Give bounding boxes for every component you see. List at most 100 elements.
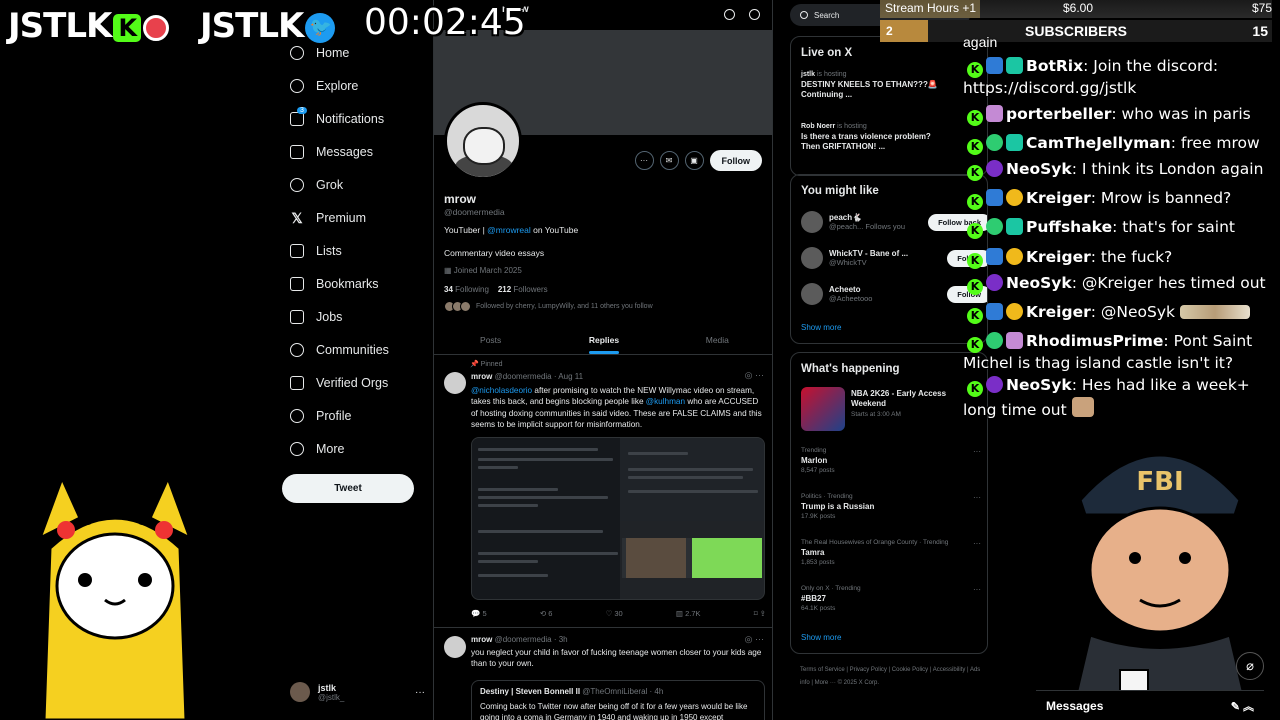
account-switcher[interactable]: jstlk @jstlk_ ··· xyxy=(290,682,425,702)
compose-and-expand-icons[interactable]: ✎ ︽ xyxy=(1231,698,1254,714)
nav-lists[interactable]: Lists xyxy=(282,234,422,267)
subscriber-badge-icon xyxy=(986,218,1003,235)
chat-message: K Kreiger: @NeoSyk xyxy=(963,302,1275,324)
tweet-handle-time: @doomermedia · Aug 11 xyxy=(494,372,584,381)
grok-float-icon[interactable]: ⌀ xyxy=(1236,652,1264,680)
reply-action[interactable]: 💬 5 xyxy=(471,609,487,618)
lightning-icon xyxy=(290,375,304,390)
media-line xyxy=(478,466,518,469)
chat-user: NeoSyk xyxy=(1006,376,1072,394)
trend-count: 17.9K posts xyxy=(801,513,836,520)
tab-media[interactable]: Media xyxy=(661,325,772,354)
avatar[interactable] xyxy=(444,636,466,658)
nav-explore[interactable]: Explore xyxy=(282,69,422,102)
mention-link[interactable]: @kulhman xyxy=(646,397,685,406)
wtf-item[interactable]: Acheeto @Acheetooo Follow xyxy=(801,283,987,305)
profile-avatar[interactable] xyxy=(444,102,522,180)
trend-category: Politics · Trending xyxy=(801,493,853,500)
tab-replies[interactable]: Replies xyxy=(547,325,660,354)
messages-drawer[interactable]: Messages ✎ ︽ xyxy=(1036,690,1264,720)
message-button[interactable]: ✉ xyxy=(659,151,679,170)
tweet-media[interactable] xyxy=(471,437,765,600)
chat-message: K CamTheJellyman: free mrow xyxy=(963,133,1275,155)
mention-link[interactable]: @nicholasdeorio xyxy=(471,386,532,395)
media-screenshot-right xyxy=(620,438,764,521)
followers-count[interactable]: 212 xyxy=(498,285,511,294)
nav-communities[interactable]: Communities xyxy=(282,333,422,366)
event-thumbnail[interactable] xyxy=(801,387,845,431)
live-item[interactable]: jstlk is hosting DESTINY KNEELS TO ETHAN… xyxy=(801,71,941,100)
mascot-face xyxy=(55,532,175,640)
trend-item[interactable]: Politics · Trending Trump is a Russian 17.… xyxy=(801,493,981,520)
more-dots-icon[interactable]: ··· xyxy=(973,447,981,456)
wtf-item[interactable]: peach🐇 @peach... Follows you Follow back xyxy=(801,211,987,233)
tweet-pinned[interactable]: 📌 Pinned mrow @doomermedia · Aug 11 ◎ ··… xyxy=(434,356,772,628)
followers-label[interactable]: Followers xyxy=(511,285,547,294)
happening-title: What's happening xyxy=(801,363,900,375)
nav-messages[interactable]: Messages xyxy=(282,135,422,168)
founder-badge-icon xyxy=(1006,248,1023,265)
nav-grok[interactable]: Grok xyxy=(282,168,422,201)
tweet-author[interactable]: mrow xyxy=(471,372,492,381)
following-label[interactable]: Following xyxy=(453,285,489,294)
show-more-link[interactable]: Show more xyxy=(801,633,841,642)
wtf-item[interactable]: WhickTV - Bane of ...@WhickTV Follow xyxy=(801,247,987,269)
tab-posts[interactable]: Posts xyxy=(434,325,547,354)
tweet-author[interactable]: mrow xyxy=(471,635,492,644)
subscribe-button[interactable]: ▣ xyxy=(684,151,704,170)
nav-verified-orgs[interactable]: Verified Orgs xyxy=(282,366,422,399)
more-dots-icon[interactable]: ··· xyxy=(973,493,981,502)
following-count[interactable]: 34 xyxy=(444,285,453,294)
search-icon[interactable] xyxy=(749,9,760,20)
more-circle-icon xyxy=(290,441,304,456)
more-dots-icon[interactable]: ··· xyxy=(973,585,981,594)
more-button[interactable]: ··· xyxy=(634,151,654,170)
tweet-more-icon[interactable]: ◎ ··· xyxy=(745,370,764,381)
bio-link[interactable]: @mrowreal xyxy=(487,225,531,235)
avatar[interactable] xyxy=(444,372,466,394)
nav-notifications[interactable]: 3 Notifications xyxy=(282,102,422,135)
nav-label: Bookmarks xyxy=(316,276,379,291)
views-action[interactable]: ▥ 2.7K xyxy=(676,609,701,618)
media-line xyxy=(478,530,603,533)
chat-user: Kreiger xyxy=(1026,248,1091,266)
media-line xyxy=(478,560,538,563)
media-line xyxy=(628,490,758,493)
chat-text: that's for saint xyxy=(1117,218,1236,236)
nav-more[interactable]: More xyxy=(282,432,422,465)
profile-joined: ▦ Joined March 2025 xyxy=(444,266,522,275)
brand-text: JSTLK xyxy=(8,6,112,46)
trend-item[interactable]: Only on X · Trending #BB27 64.1K posts ··· xyxy=(801,585,981,612)
nav-profile[interactable]: Profile xyxy=(282,399,422,432)
follow-button[interactable]: Follow xyxy=(709,150,762,171)
trend-item[interactable]: The Real Housewives of Orange County · T… xyxy=(801,539,981,566)
like-count: 30 xyxy=(614,609,623,618)
mascot-eye xyxy=(83,515,93,525)
quoted-tweet[interactable]: Destiny | Steven Bonnell II @TheOmniLibe… xyxy=(471,680,765,720)
grok-icon[interactable] xyxy=(724,9,735,20)
bookmark-share-actions[interactable]: ⌑ ⇪ xyxy=(754,609,766,618)
tweet-button[interactable]: Tweet xyxy=(282,474,414,503)
kick-badge-icon: K xyxy=(967,165,983,181)
footer-links[interactable]: Terms of Service | Privacy Policy | Cook… xyxy=(800,664,985,690)
record-icon xyxy=(143,14,170,41)
retweet-action[interactable]: ⟲ 6 xyxy=(540,609,553,618)
followed-by[interactable]: Followed by cherry, LumpyWilly, and 11 o… xyxy=(444,301,653,312)
nav-jobs[interactable]: Jobs xyxy=(282,300,422,333)
trend-item[interactable]: Trending Marlon 8,547 posts ··· xyxy=(801,447,981,474)
tweet-more-icon[interactable]: ◎ ··· xyxy=(745,634,764,645)
show-more-link[interactable]: Show more xyxy=(801,323,841,332)
like-action[interactable]: ♡ 30 xyxy=(606,609,623,618)
nav-bookmarks[interactable]: Bookmarks xyxy=(282,267,422,300)
tweet-header: mrow @doomermedia · Aug 11 xyxy=(471,372,583,381)
nav-label: Communities xyxy=(316,342,389,357)
event-title[interactable]: NBA 2K26 - Early Access Weekend xyxy=(851,389,976,409)
live-item[interactable]: Rob Noerr is hosting Is there a trans vi… xyxy=(801,123,941,152)
media-line xyxy=(628,452,688,455)
nav-label: Messages xyxy=(316,144,373,159)
nav-premium[interactable]: 𝕏 Premium xyxy=(282,201,422,234)
chat-text: the fuck? xyxy=(1095,248,1173,266)
tweet[interactable]: mrow @doomermedia · 3h ◎ ··· you neglect… xyxy=(434,628,772,720)
more-dots-icon[interactable]: ··· xyxy=(973,539,981,548)
chat-user: NeoSyk xyxy=(1006,274,1072,292)
